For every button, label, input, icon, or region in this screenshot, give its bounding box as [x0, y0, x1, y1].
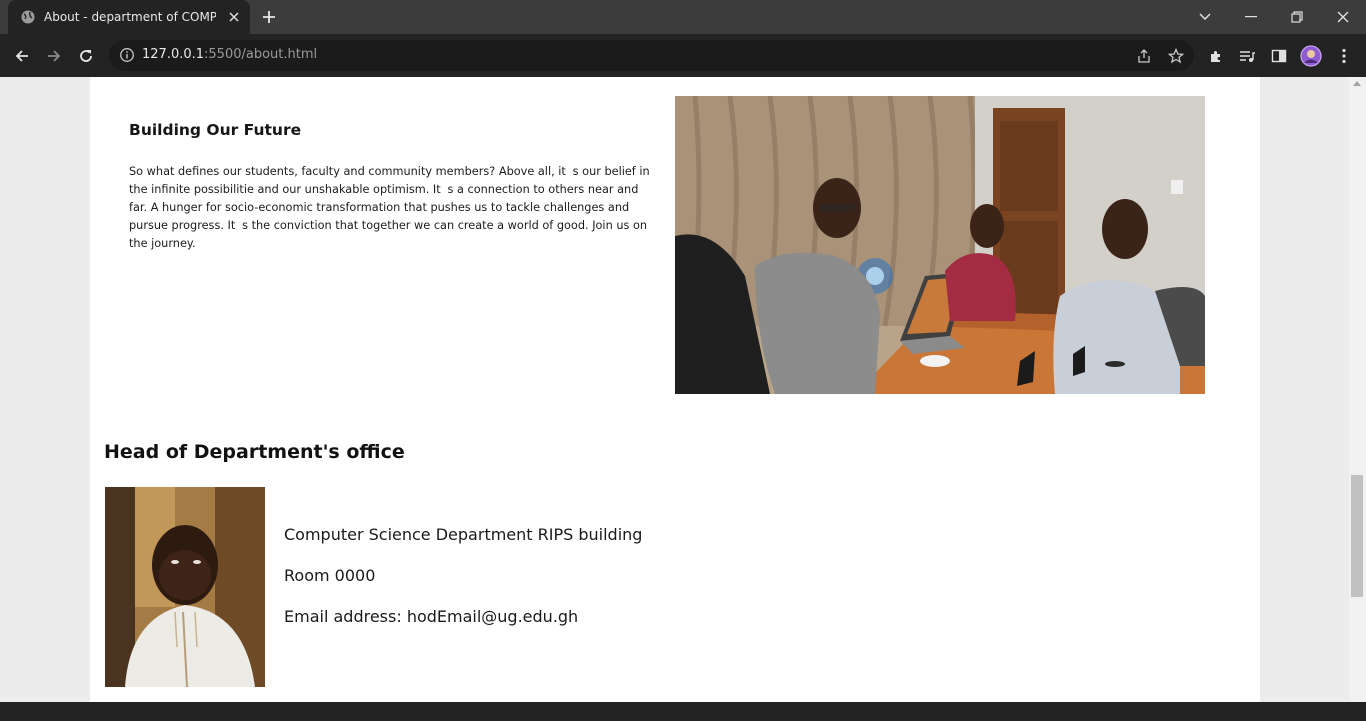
- future-heading: Building Our Future: [129, 121, 302, 139]
- page-content: Building Our Future So what defines our …: [90, 77, 1260, 702]
- scroll-thumb[interactable]: [1351, 475, 1363, 597]
- side-panel-icon[interactable]: [1268, 45, 1290, 67]
- hod-building: Computer Science Department RIPS buildin…: [284, 525, 643, 544]
- hod-heading: Head of Department's office: [104, 441, 405, 463]
- url-text[interactable]: 127.0.0.1:5500/about.html: [142, 47, 317, 62]
- browser-toolbar: 127.0.0.1:5500/about.html: [0, 34, 1366, 77]
- reload-icon[interactable]: [72, 42, 100, 70]
- scroll-up-arrow[interactable]: [1353, 81, 1361, 86]
- minimize-icon[interactable]: [1228, 0, 1274, 34]
- window-close-icon[interactable]: [1320, 0, 1366, 34]
- restore-icon[interactable]: [1274, 0, 1320, 34]
- share-icon[interactable]: [1134, 46, 1154, 66]
- close-icon[interactable]: [226, 9, 242, 25]
- address-bar[interactable]: 127.0.0.1:5500/about.html: [109, 40, 1194, 71]
- extensions-icon[interactable]: [1205, 45, 1227, 67]
- tab-title: About - department of COMPUTER SCIENCE: [44, 10, 216, 24]
- vertical-scrollbar[interactable]: [1349, 77, 1366, 702]
- forward-icon[interactable]: [40, 42, 68, 70]
- bottom-bar: [0, 702, 1366, 721]
- back-icon[interactable]: [8, 42, 36, 70]
- url-host: 127.0.0.1: [142, 47, 205, 62]
- browser-tab[interactable]: About - department of COMPUTER SCIENCE: [8, 0, 250, 34]
- meeting-photo: [675, 96, 1205, 394]
- hod-email: Email address: hodEmail@ug.edu.gh: [284, 607, 579, 626]
- globe-icon: [20, 9, 36, 25]
- profile-avatar[interactable]: [1300, 45, 1322, 67]
- url-path: :5500/about.html: [204, 47, 318, 62]
- menu-icon[interactable]: [1333, 45, 1355, 67]
- hod-portrait: [105, 487, 265, 687]
- star-icon[interactable]: [1166, 46, 1186, 66]
- future-paragraph: So what defines our students, faculty an…: [129, 165, 650, 250]
- media-icon[interactable]: [1236, 45, 1258, 67]
- tab-search-icon[interactable]: [1182, 0, 1228, 34]
- info-icon[interactable]: [119, 47, 135, 63]
- plus-icon[interactable]: [258, 6, 280, 28]
- tab-strip: About - department of COMPUTER SCIENCE: [0, 0, 1366, 34]
- hod-info: Computer Science Department RIPS buildin…: [284, 523, 642, 646]
- hod-room: Room 0000: [284, 566, 376, 585]
- page-viewport: Building Our Future So what defines our …: [0, 77, 1349, 702]
